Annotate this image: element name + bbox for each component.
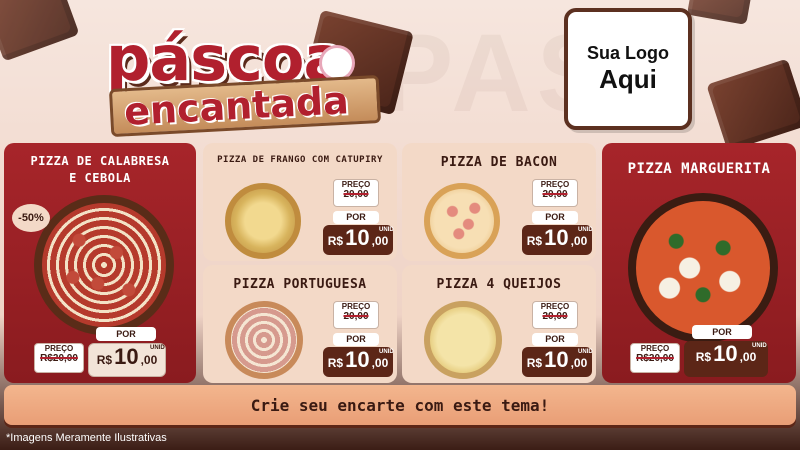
product-card-frango[interactable]: PIZZA DE FRANGO COM CATUPIRY PREÇO 20,00… <box>203 143 397 261</box>
old-price-label: PREÇO <box>640 344 670 353</box>
currency-symbol: R$ <box>526 356 543 370</box>
product-name: PIZZA 4 QUEIJOS <box>436 277 562 292</box>
product-name: PIZZA DE BACON <box>440 155 558 170</box>
por-label: POR <box>532 333 578 346</box>
price-integer: 10 <box>544 347 569 372</box>
old-price-value: R$20,00 <box>636 353 674 364</box>
page-title: páscoa encantada <box>100 22 400 138</box>
por-label: POR <box>333 211 379 224</box>
price-decimal: ,00 <box>371 234 389 248</box>
currency-symbol: R$ <box>526 234 543 248</box>
currency-symbol: R$ <box>96 353 113 367</box>
product-name: PIZZA DE CALABRESA E CEBOLA <box>30 154 170 185</box>
product-card-bacon[interactable]: PIZZA DE BACON PREÇO 20,00 POR R$ 10 ,00… <box>402 143 596 261</box>
price-integer: 10 <box>345 225 370 250</box>
pizza-image <box>424 183 500 259</box>
cta-banner[interactable]: Crie seu encarte com este tema! <box>4 385 796 425</box>
pizza-image <box>628 193 778 343</box>
por-label: POR <box>532 211 578 224</box>
unit-label: UNID <box>752 343 767 349</box>
price-decimal: ,00 <box>140 353 158 367</box>
old-price-label: PREÇO <box>540 180 570 189</box>
por-label: POR <box>692 325 752 339</box>
old-price-tag: PREÇO 20,00 <box>333 179 379 207</box>
product-card-calabresa[interactable]: PIZZA DE CALABRESA E CEBOLA PREÇO R$20,0… <box>4 143 196 383</box>
price-integer: 10 <box>114 344 139 369</box>
chocolate-piece-decoration <box>706 58 800 152</box>
unit-label: UNID <box>578 349 593 355</box>
old-price-label: PREÇO <box>341 302 371 311</box>
logo-text-line-2: Aqui <box>599 64 657 94</box>
price-integer: 10 <box>345 347 370 372</box>
por-label: POR <box>333 333 379 346</box>
old-price-tag: PREÇO 20,00 <box>532 301 578 329</box>
banner-text: Crie seu encarte com este tema! <box>250 395 550 415</box>
currency-symbol: R$ <box>695 350 712 364</box>
old-price-label: PREÇO <box>540 302 570 311</box>
price-decimal: ,00 <box>739 350 757 364</box>
old-price-value: R$20,00 <box>40 353 78 364</box>
product-name: PIZZA DE FRANGO COM CATUPIRY <box>217 155 383 165</box>
unit-label: UNID <box>150 345 165 351</box>
product-card-marguerita[interactable]: PIZZA MARGUERITA PREÇO R$20,00 POR R$ 10… <box>602 143 796 383</box>
old-price-value: 20,00 <box>542 311 568 322</box>
old-price-tag: PREÇO 20,00 <box>333 301 379 329</box>
old-price-label: PREÇO <box>341 180 371 189</box>
currency-symbol: R$ <box>327 234 344 248</box>
logo-text-line-1: Sua Logo <box>587 43 669 63</box>
old-price-tag: PREÇO 20,00 <box>532 179 578 207</box>
old-price-value: 20,00 <box>542 189 568 200</box>
price-decimal: ,00 <box>570 234 588 248</box>
price-integer: 10 <box>544 225 569 250</box>
discount-badge: -50% <box>12 204 50 232</box>
pizza-image <box>424 301 502 379</box>
product-card-4-queijos[interactable]: PIZZA 4 QUEIJOS PREÇO 20,00 POR R$ 10 ,0… <box>402 265 596 383</box>
unit-label: UNID <box>578 227 593 233</box>
por-label: POR <box>96 327 156 341</box>
old-price-value: 20,00 <box>343 311 369 322</box>
unit-label: UNID <box>379 227 394 233</box>
old-price-tag: PREÇO R$20,00 <box>630 343 680 373</box>
logo-placeholder[interactable]: Sua Logo Aqui <box>564 8 692 130</box>
disclaimer-text: *Imagens Meramente Ilustrativas <box>6 432 167 444</box>
price-decimal: ,00 <box>570 356 588 370</box>
product-name: PIZZA MARGUERITA <box>627 161 771 177</box>
old-price-value: 20,00 <box>343 189 369 200</box>
chocolate-piece-decoration <box>0 0 80 62</box>
product-card-portuguesa[interactable]: PIZZA PORTUGUESA PREÇO 20,00 POR R$ 10 ,… <box>203 265 397 383</box>
product-name: PIZZA PORTUGUESA <box>233 277 367 292</box>
unit-label: UNID <box>379 349 394 355</box>
currency-symbol: R$ <box>327 356 344 370</box>
price-integer: 10 <box>713 341 738 366</box>
pizza-image <box>225 301 303 379</box>
pizza-image <box>34 195 174 335</box>
old-price-tag: PREÇO R$20,00 <box>34 343 84 373</box>
price-decimal: ,00 <box>371 356 389 370</box>
bunny-icon <box>322 48 352 78</box>
pizza-image <box>225 183 301 259</box>
old-price-label: PREÇO <box>44 344 74 353</box>
